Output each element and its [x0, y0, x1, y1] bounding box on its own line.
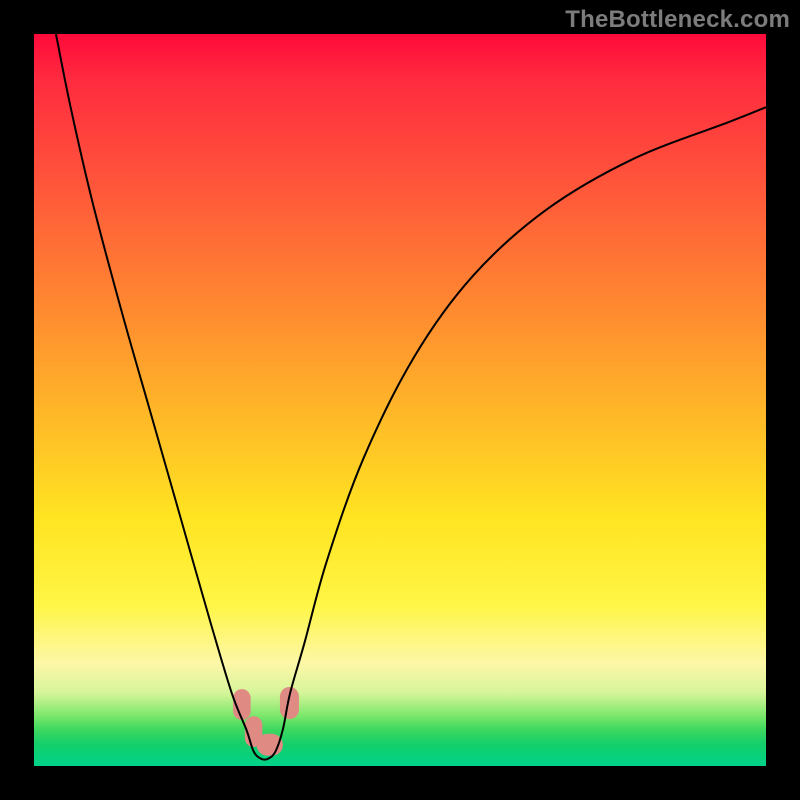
- chart-frame: TheBottleneck.com: [0, 0, 800, 800]
- curve-path: [56, 34, 766, 760]
- chart-svg: [34, 34, 766, 766]
- plot-area: [34, 34, 766, 766]
- watermark-text: TheBottleneck.com: [565, 6, 790, 34]
